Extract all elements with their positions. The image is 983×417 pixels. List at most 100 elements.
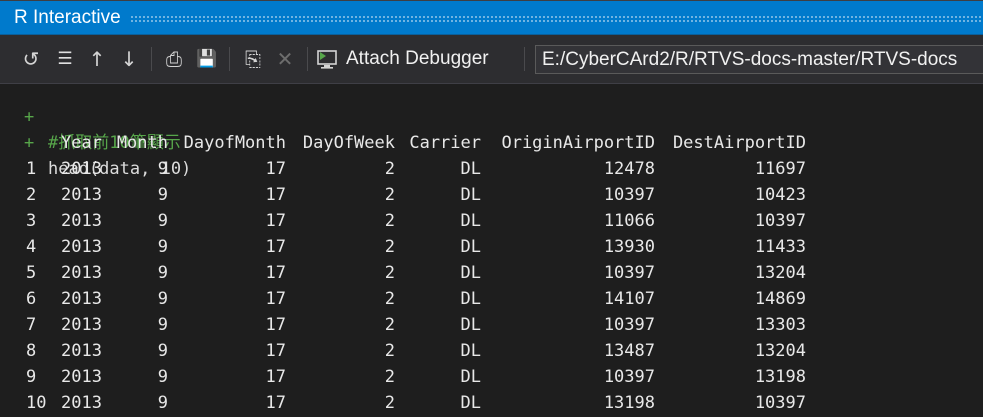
table-cell: 13930: [603, 237, 655, 257]
row-number: 6: [26, 289, 37, 309]
table-cell: 17: [265, 341, 286, 361]
toolbar: ↺ ☰ ↑ ↓ ⎙ 💾 ⎘ ✕ Attach Debugger E:/Cyber…: [0, 35, 983, 84]
console-comment-line: + #抓取前10筆顯示: [0, 78, 181, 153]
table-cell: 2: [384, 315, 395, 335]
table-cell: DL: [460, 289, 481, 309]
attach-debugger-button[interactable]: Attach Debugger: [316, 45, 489, 73]
table-cell: 17: [265, 159, 286, 179]
column-header: DestAirportID: [672, 133, 806, 153]
table-cell: 2013: [61, 185, 102, 205]
table-cell: 2: [384, 185, 395, 205]
table-cell: 14869: [754, 289, 806, 309]
table-cell: DL: [460, 211, 481, 231]
column-header: Month: [116, 133, 168, 153]
row-number: 3: [26, 211, 37, 231]
titlebar-grip: [130, 15, 983, 23]
table-cell: 13198: [754, 367, 806, 387]
table-cell: 2013: [61, 289, 102, 309]
row-number: 2: [26, 185, 37, 205]
table-cell: 2: [384, 393, 395, 413]
table-cell: 10397: [603, 367, 655, 387]
table-cell: 10397: [603, 263, 655, 283]
table-cell: 2013: [61, 393, 102, 413]
interrupt-icon[interactable]: ✕: [271, 45, 299, 73]
console-prompt: +: [24, 133, 35, 153]
column-header: DayOfWeek: [302, 133, 395, 153]
table-cell: 9: [157, 393, 168, 413]
table-cell: 13198: [603, 393, 655, 413]
load-workspace-icon[interactable]: ⎙: [160, 45, 188, 73]
clear-icon[interactable]: ☰: [51, 45, 79, 73]
table-cell: 10397: [603, 185, 655, 205]
table-cell: 17: [265, 237, 286, 257]
table-cell: DL: [460, 185, 481, 205]
table-cell: 11433: [754, 237, 806, 257]
attach-debugger-label: Attach Debugger: [346, 48, 489, 69]
table-cell: 9: [157, 211, 168, 231]
table-cell: 2: [384, 211, 395, 231]
table-cell: 13204: [754, 263, 806, 283]
table-cell: DL: [460, 393, 481, 413]
table-cell: 2: [384, 341, 395, 361]
column-header: OriginAirportID: [501, 133, 655, 153]
table-cell: 12478: [603, 159, 655, 179]
table-cell: 11697: [754, 159, 806, 179]
column-header: Carrier: [409, 133, 481, 153]
row-number: 4: [26, 237, 37, 257]
table-cell: 17: [265, 185, 286, 205]
column-header: DayofMonth: [183, 133, 286, 153]
table-cell: DL: [460, 263, 481, 283]
table-cell: 9: [157, 159, 168, 179]
row-number: 9: [26, 367, 37, 387]
table-cell: 10423: [754, 185, 806, 205]
table-cell: 2013: [61, 367, 102, 387]
table-cell: 9: [157, 237, 168, 257]
table-cell: 2013: [61, 211, 102, 231]
window-titlebar[interactable]: R Interactive: [0, 0, 983, 35]
table-cell: 2013: [61, 341, 102, 361]
toolbar-separator: [151, 47, 152, 71]
repl-console[interactable]: + #抓取前10筆顯示 + head(data, 10) Year Month Da…: [0, 84, 983, 417]
table-cell: 9: [157, 185, 168, 205]
console-command-line: + head(data, 10): [0, 104, 191, 179]
table-cell: DL: [460, 159, 481, 179]
save-workspace-icon[interactable]: 💾: [193, 45, 221, 73]
table-cell: 9: [157, 367, 168, 387]
table-cell: 17: [265, 367, 286, 387]
row-number: 10: [26, 393, 47, 413]
table-cell: 2013: [61, 263, 102, 283]
table-cell: 2013: [61, 237, 102, 257]
table-cell: 17: [265, 263, 286, 283]
toolbar-separator: [307, 47, 308, 71]
table-cell: 13303: [754, 315, 806, 335]
table-cell: 14107: [603, 289, 655, 309]
table-cell: 2: [384, 159, 395, 179]
table-cell: 2: [384, 263, 395, 283]
history-up-icon[interactable]: ↑: [83, 45, 111, 73]
table-cell: 2: [384, 289, 395, 309]
table-cell: 13487: [603, 341, 655, 361]
table-cell: 17: [265, 393, 286, 413]
table-cell: 2013: [61, 315, 102, 335]
row-number: 8: [26, 341, 37, 361]
table-cell: 2: [384, 237, 395, 257]
column-header: Year: [61, 133, 102, 153]
table-cell: DL: [460, 341, 481, 361]
table-cell: 17: [265, 289, 286, 309]
row-number: 7: [26, 315, 37, 335]
row-number: 5: [26, 263, 37, 283]
source-file-icon[interactable]: ⎘: [239, 45, 267, 73]
toolbar-separator: [524, 47, 525, 71]
table-cell: 13204: [754, 341, 806, 361]
table-cell: 2: [384, 367, 395, 387]
row-number: 1: [26, 159, 37, 179]
table-cell: 10397: [754, 211, 806, 231]
reset-icon[interactable]: ↺: [17, 45, 45, 73]
table-cell: 9: [157, 315, 168, 335]
history-down-icon[interactable]: ↓: [115, 45, 143, 73]
working-directory-dropdown[interactable]: E:/CyberCArd2/R/RTVS-docs-master/RTVS-do…: [535, 45, 983, 74]
monitor-play-icon: [317, 50, 337, 69]
table-cell: 9: [157, 289, 168, 309]
table-cell: 9: [157, 263, 168, 283]
window-title: R Interactive: [14, 7, 121, 28]
